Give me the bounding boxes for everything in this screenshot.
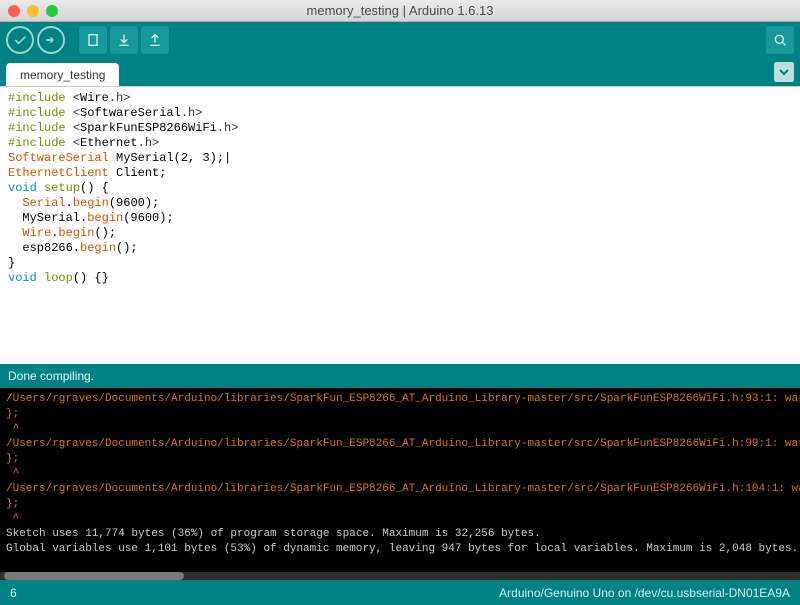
tab-bar: memory_testing — [0, 58, 800, 86]
save-button[interactable] — [141, 26, 169, 54]
line-number: 6 — [10, 586, 17, 600]
upload-button[interactable] — [37, 26, 65, 54]
board-port-label: Arduino/Genuino Uno on /dev/cu.usbserial… — [499, 586, 790, 600]
output-console[interactable]: /Users/rgraves/Documents/Arduino/librari… — [0, 388, 800, 572]
verify-button[interactable] — [6, 26, 34, 54]
tab-menu-button[interactable] — [774, 62, 794, 82]
bottom-status-bar: 6 Arduino/Genuino Uno on /dev/cu.usbseri… — [0, 580, 800, 605]
serial-monitor-button[interactable] — [766, 26, 794, 54]
close-button[interactable] — [8, 5, 20, 17]
traffic-lights — [8, 5, 58, 17]
tab-sketch[interactable]: memory_testing — [6, 63, 119, 86]
compile-status-bar: Done compiling. — [0, 364, 800, 388]
compile-status-text: Done compiling. — [8, 369, 94, 383]
console-h-scrollbar[interactable] — [0, 572, 800, 580]
code-editor[interactable]: #include <Wire.h>#include <SoftwareSeria… — [0, 86, 800, 364]
open-button[interactable] — [110, 26, 138, 54]
window-titlebar: memory_testing | Arduino 1.6.13 — [0, 0, 800, 22]
zoom-button[interactable] — [46, 5, 58, 17]
new-button[interactable] — [79, 26, 107, 54]
window-title: memory_testing | Arduino 1.6.13 — [58, 3, 742, 18]
scrollbar-thumb[interactable] — [4, 572, 184, 580]
minimize-button[interactable] — [27, 5, 39, 17]
toolbar — [0, 22, 800, 58]
